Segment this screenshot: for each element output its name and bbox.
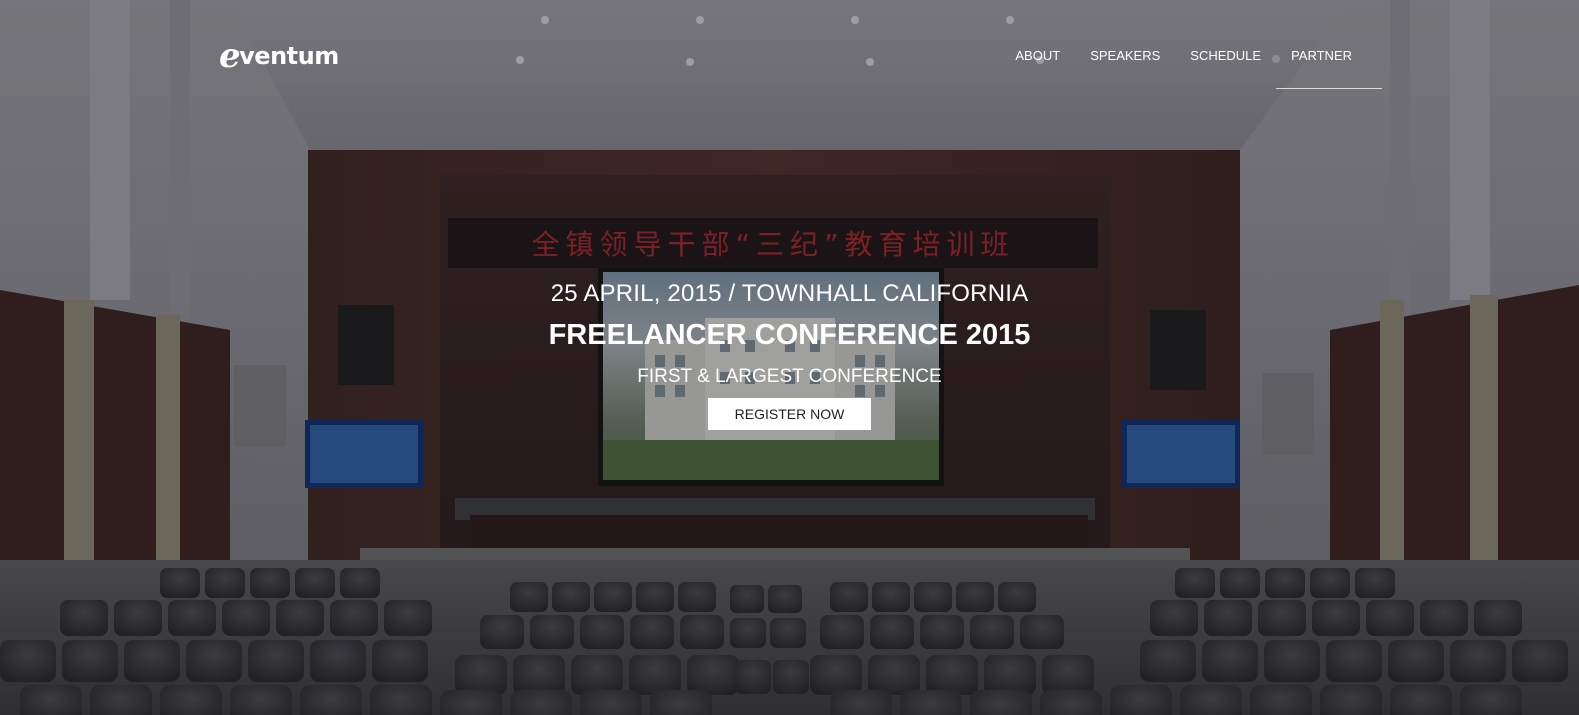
main-nav: ABOUT SPEAKERS SCHEDULE PARTNER [1000, 44, 1367, 67]
hero-section: 25 APRIL, 2015 / TOWNHALL CALIFORNIA FRE… [0, 280, 1579, 430]
hero-title: FREELANCER CONFERENCE 2015 [548, 319, 1031, 351]
hero-subtitle: FIRST & LARGEST CONFERENCE [637, 366, 942, 387]
svg-text:全镇领导干部“三纪”教育培训班: 全镇领导干部“三纪”教育培训班 [531, 228, 1014, 261]
nav-item-speakers[interactable]: SPEAKERS [1075, 44, 1175, 67]
nav-item-about[interactable]: ABOUT [1000, 44, 1075, 67]
nav-item-partner-wrap: PARTNER [1272, 44, 1367, 67]
logo-text: ventum [239, 42, 339, 70]
logo-initial: e [219, 36, 241, 76]
nav-item-schedule[interactable]: SCHEDULE [1175, 44, 1276, 67]
register-now-button[interactable]: REGISTER NOW [707, 398, 872, 430]
brand-logo[interactable]: e ventum [219, 36, 339, 76]
hero-date-location: 25 APRIL, 2015 / TOWNHALL CALIFORNIA [550, 280, 1029, 307]
nav-item-partner[interactable]: PARTNER [1276, 44, 1367, 67]
page: 全镇领导干部“三纪”教育培训班 e ventum ABOUT SPEAKERS … [0, 0, 1579, 715]
